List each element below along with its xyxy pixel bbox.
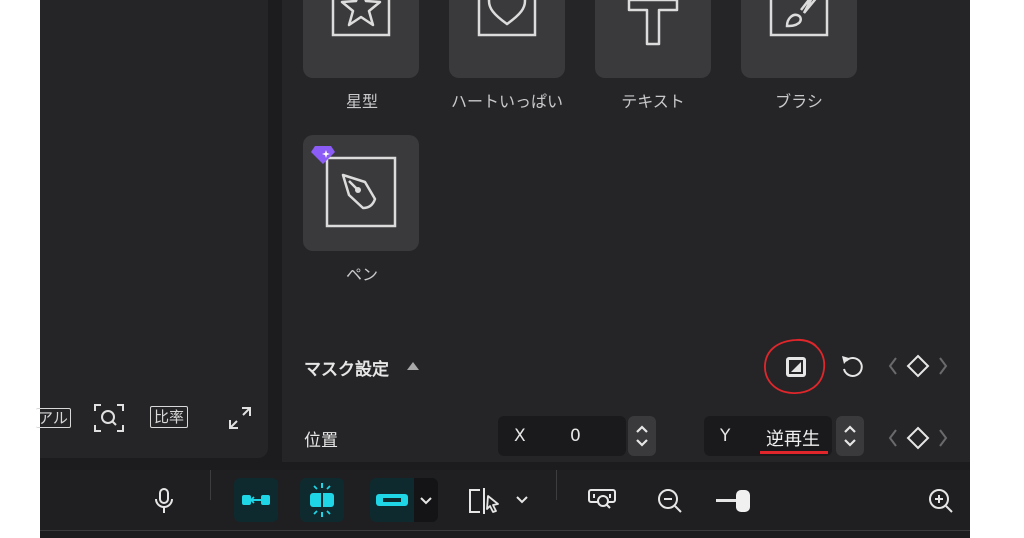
heart-icon [477, 0, 537, 37]
position-x-label: X [514, 426, 526, 446]
player-panel: アル 比率 [36, 0, 268, 458]
position-x-value[interactable]: 0 [570, 426, 581, 446]
toolbar-bottom-border [40, 530, 970, 531]
keyframe-nav-icon[interactable] [886, 352, 950, 380]
annotation-underline [760, 451, 828, 454]
mask-heart-tile[interactable] [449, 0, 565, 78]
toolbar-divider [556, 470, 557, 500]
linkage-button[interactable] [370, 478, 438, 522]
zoom-out-icon[interactable] [655, 486, 685, 516]
microphone-icon[interactable] [150, 486, 178, 516]
keyframe-nav-icon[interactable] [886, 424, 950, 452]
chevron-down-icon[interactable] [418, 492, 434, 508]
mask-text-label: テキスト [621, 92, 685, 111]
position-y-field[interactable]: Y 逆再生 [704, 416, 832, 456]
brush-icon [769, 0, 829, 37]
annotation-circle [764, 338, 826, 394]
text-t-icon [627, 0, 679, 46]
magnet-link-icon [242, 495, 270, 505]
mask-star-tile[interactable] [303, 0, 419, 78]
mask-brush-label: ブラシ [775, 92, 823, 111]
link-icon [376, 494, 408, 506]
position-x-stepper[interactable] [628, 416, 656, 456]
select-cursor-icon[interactable] [466, 486, 500, 516]
reset-icon[interactable] [838, 352, 866, 380]
main-track-magnet-button[interactable] [234, 478, 278, 522]
mask-pen-label: ペン [345, 265, 378, 284]
premium-badge-icon [311, 146, 335, 164]
player-scale-label[interactable]: アル [36, 408, 71, 428]
preview-axis-icon[interactable] [586, 485, 620, 515]
aspect-ratio-button[interactable]: 比率 [150, 406, 189, 428]
fullscreen-icon[interactable] [226, 404, 254, 432]
mask-panel: 星型 ハートいっぱい テキスト ブラシ ペン マスク設定 位置 X 0 Y 逆再… [282, 0, 970, 462]
position-label: 位置 [304, 431, 338, 451]
mask-settings-title[interactable]: マスク設定 [304, 355, 389, 380]
chevron-down-icon[interactable] [514, 492, 530, 508]
mask-text-tile[interactable] [595, 0, 711, 78]
mask-heart-label: ハートいっぱい [450, 92, 563, 111]
stepper-arrows-icon [844, 425, 856, 447]
auto-snap-button[interactable] [300, 478, 344, 522]
stepper-arrows-icon [636, 425, 648, 447]
caret-up-icon[interactable] [406, 361, 420, 371]
timeline-toolbar [40, 470, 970, 530]
position-y-stepper[interactable] [836, 416, 864, 456]
position-y-value[interactable]: 逆再生 [766, 425, 820, 451]
zoom-fit-icon[interactable] [92, 402, 126, 434]
toolbar-divider [210, 470, 211, 500]
position-x-field[interactable]: X 0 [498, 416, 626, 456]
mask-star-label: 星型 [345, 92, 378, 111]
snap-icon [310, 483, 334, 517]
mask-pen-tile[interactable] [303, 135, 419, 251]
star-icon [331, 0, 391, 37]
zoom-in-icon[interactable] [926, 486, 956, 516]
zoom-slider-thumb[interactable] [736, 490, 750, 512]
position-y-label: Y [720, 426, 731, 446]
mask-brush-tile[interactable] [741, 0, 857, 78]
